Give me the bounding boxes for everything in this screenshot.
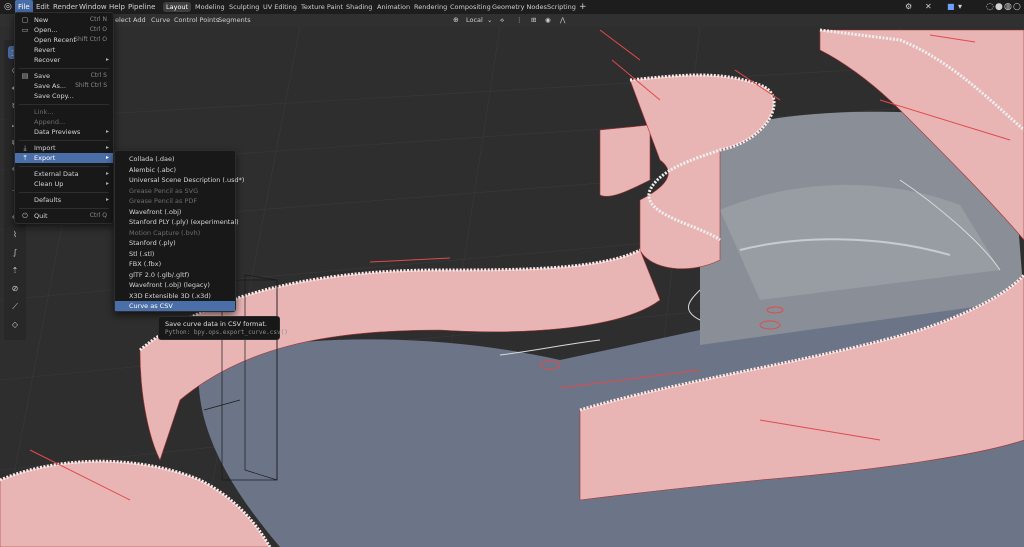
viewport-header: elect Add Curve Control Points Segments … <box>0 14 1024 27</box>
transform-orientation-dropdown[interactable]: Local <box>466 14 483 27</box>
tooltip-description: Save curve data in CSV format. <box>165 320 267 328</box>
menu-item-clean-up[interactable]: Clean Up ▸ <box>15 179 113 189</box>
scene-selector-icon[interactable]: ⚙ <box>905 0 912 14</box>
falloff-icon[interactable]: ⋀ <box>560 14 565 27</box>
export-item-stl[interactable]: Stl (.stl) <box>115 249 235 259</box>
proportional-editing-icon[interactable]: ◉ <box>545 14 551 27</box>
menu-select[interactable]: elect <box>115 14 131 27</box>
submenu-arrow-icon: ▸ <box>105 180 109 187</box>
submenu-arrow-icon: ▸ <box>105 154 109 161</box>
import-icon: ⤓ <box>23 144 27 152</box>
menu-item-quit[interactable]: ⏻ Quit Ctrl Q <box>15 211 113 221</box>
tab-sculpting[interactable]: Sculpting <box>226 2 262 12</box>
transform-pivot-icon[interactable]: ⊕ <box>453 14 459 27</box>
tab-compositing[interactable]: Compositing <box>447 2 494 12</box>
power-icon: ⏻ <box>22 212 28 220</box>
save-icon: ▤ <box>21 72 29 80</box>
menu-item-save-copy[interactable]: Save Copy... <box>15 91 113 101</box>
snap-target-icon[interactable]: ⊞ <box>531 14 536 27</box>
tab-layout[interactable]: Layout <box>163 2 192 12</box>
export-item-x3d[interactable]: X3D Extensible 3D (.x3d) <box>115 291 235 301</box>
menu-item-external-data[interactable]: External Data ▸ <box>15 169 113 179</box>
orientation-chevron-icon[interactable]: ⌄ <box>487 14 492 27</box>
submenu-arrow-icon: ▸ <box>105 170 109 177</box>
export-item-gp-pdf: Grease Pencil as PDF <box>129 197 198 205</box>
export-item-bvh: Motion Capture (.bvh) <box>129 228 201 237</box>
submenu-arrow-icon: ▸ <box>105 144 109 151</box>
export-item-wavefront[interactable]: Wavefront (.obj) <box>115 207 235 217</box>
add-workspace-button[interactable]: + <box>576 2 590 12</box>
shading-wireframe-icon[interactable]: ◌ <box>986 0 994 14</box>
menu-item-import[interactable]: ⤓ Import ▸ <box>15 143 113 153</box>
export-item-gltf[interactable]: glTF 2.0 (.glb/.gltf) <box>115 270 235 280</box>
export-item-gp-svg: Grease Pencil as SVG <box>129 186 199 195</box>
menu-pipeline[interactable]: Pipeline <box>128 0 155 14</box>
extrude-tool-icon[interactable]: ⇡ <box>8 264 22 277</box>
shading-solid-icon[interactable]: ● <box>995 0 1003 14</box>
menu-separator <box>19 208 109 209</box>
menu-item-open[interactable]: ▭ Open... Ctrl O <box>15 25 113 35</box>
export-submenu: Collada (.dae) Alembic (.abc) Universal … <box>114 150 244 312</box>
menu-separator <box>19 166 109 167</box>
menu-item-new[interactable]: ▢ New Ctrl N <box>15 15 113 25</box>
export-item-ply-experimental[interactable]: Stanford PLY (.ply) (experimental) <box>115 217 239 227</box>
menu-segments[interactable]: Segments <box>218 14 251 27</box>
menu-item-defaults[interactable]: Defaults ▸ <box>15 195 113 205</box>
pen-tool-icon[interactable]: ⌇ <box>8 228 22 241</box>
tilt-tool-icon[interactable]: ⟋ <box>8 300 22 313</box>
menu-add[interactable]: Add <box>133 14 146 27</box>
menu-item-save-as[interactable]: Save As... Shift Ctrl S <box>15 81 113 91</box>
tab-animation[interactable]: Animation <box>374 2 413 12</box>
pin-icon[interactable]: ✕ <box>925 0 932 14</box>
export-item-wavefront-legacy[interactable]: Wavefront (.obj) (legacy) <box>115 280 235 290</box>
file-menu: ▢ New Ctrl N ▭ Open... Ctrl O Open Recen… <box>14 12 114 224</box>
tab-texture-paint[interactable]: Texture Paint <box>298 2 346 12</box>
tab-geometry-nodes[interactable]: Geometry Nodes <box>489 2 550 12</box>
menu-item-recover[interactable]: Recover ▸ <box>15 55 113 65</box>
shading-material-icon[interactable]: ◍ <box>1004 0 1012 14</box>
export-item-fbx[interactable]: FBX (.fbx) <box>115 259 235 269</box>
radius-tool-icon[interactable]: ⊘ <box>8 282 22 295</box>
export-item-ply[interactable]: Stanford (.ply) <box>115 238 235 248</box>
menu-curve[interactable]: Curve <box>151 14 170 27</box>
new-file-icon: ▢ <box>21 16 29 24</box>
export-icon: ⤒ <box>23 154 27 162</box>
menu-item-save[interactable]: ▤ Save Ctrl S <box>15 71 113 81</box>
tab-modeling[interactable]: Modeling <box>192 2 228 12</box>
curve-pen-tool-icon[interactable]: ∫ <box>8 246 22 259</box>
menu-item-revert[interactable]: Revert <box>15 45 113 55</box>
submenu-arrow-icon: ▸ <box>105 196 109 203</box>
menu-item-append: Append... <box>34 118 66 126</box>
menu-separator <box>19 192 109 193</box>
submenu-arrow-icon: ▸ <box>105 56 109 63</box>
blender-logo-icon[interactable]: ◎ <box>4 0 12 14</box>
menu-item-open-recent[interactable]: Open Recent Shift Ctrl O <box>15 35 113 45</box>
menu-separator <box>19 68 109 69</box>
menu-item-link: Link... <box>34 108 54 116</box>
tab-uv-editing[interactable]: UV Editing <box>260 2 300 12</box>
tab-rendering[interactable]: Rendering <box>411 2 450 12</box>
tab-shading[interactable]: Shading <box>343 2 375 12</box>
submenu-arrow-icon: ▸ <box>105 128 109 135</box>
tooltip: Save curve data in CSV format. Python: b… <box>158 316 288 340</box>
menu-control-points[interactable]: Control Points <box>174 14 219 27</box>
randomize-tool-icon[interactable]: ◇ <box>8 318 22 331</box>
menu-separator <box>19 104 109 105</box>
export-item-alembic[interactable]: Alembic (.abc) <box>115 165 235 175</box>
snap-icon[interactable]: ⋮ <box>516 14 523 27</box>
tooltip-python: Python: bpy.ops.export_curve.csv() <box>165 329 288 336</box>
export-item-curve-csv[interactable]: Curve as CSV <box>115 300 235 311</box>
export-item-usd[interactable]: Universal Scene Description (.usd*) <box>115 175 244 185</box>
export-item-collada[interactable]: Collada (.dae) <box>115 154 235 164</box>
top-bar: ◎ File Edit Render Window Help Pipeline … <box>0 0 1024 14</box>
menu-separator <box>19 140 109 141</box>
overlay-dropdown-icon[interactable]: ▾ <box>958 0 962 14</box>
folder-icon: ▭ <box>21 26 29 34</box>
view-layer-icon[interactable]: ■ <box>947 0 955 14</box>
tab-scripting[interactable]: Scripting <box>544 2 579 12</box>
menu-item-data-previews[interactable]: Data Previews ▸ <box>15 127 113 137</box>
menu-item-export[interactable]: ⤒ Export ▸ <box>15 153 113 163</box>
pivot-point-icon[interactable]: ⟡ <box>500 14 504 27</box>
shading-rendered-icon[interactable]: ○ <box>1013 0 1021 14</box>
